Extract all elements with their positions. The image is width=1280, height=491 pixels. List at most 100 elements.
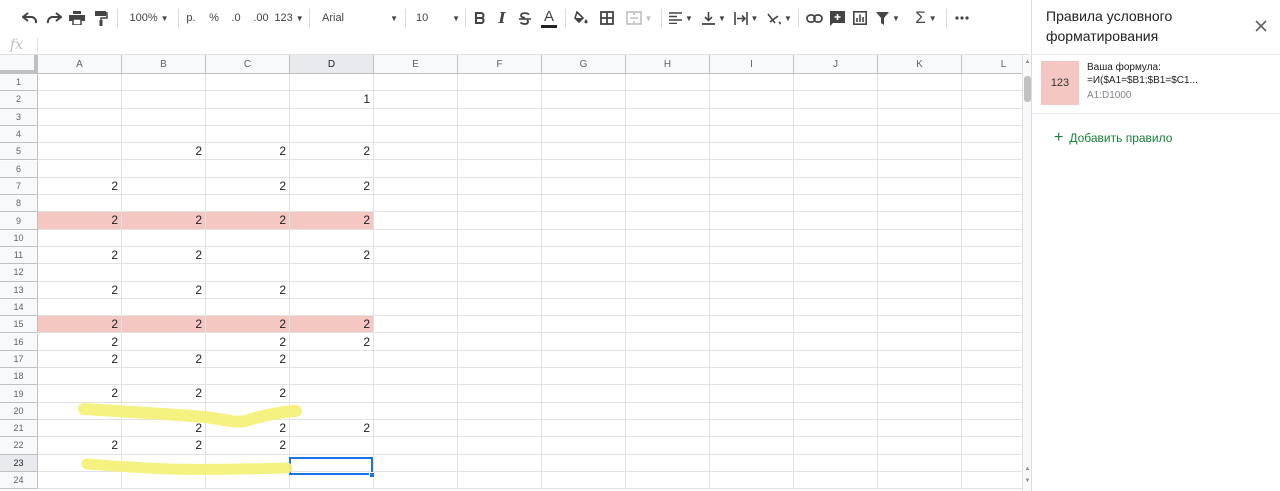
cell-j9[interactable] bbox=[794, 212, 878, 230]
cell-c1[interactable] bbox=[206, 74, 290, 92]
cell-a4[interactable] bbox=[38, 125, 122, 144]
cell-e15[interactable] bbox=[374, 316, 458, 334]
more-button[interactable] bbox=[952, 6, 972, 30]
cell-d20[interactable] bbox=[290, 402, 374, 420]
cell-j21[interactable] bbox=[794, 420, 878, 438]
cell-a23[interactable] bbox=[38, 454, 122, 472]
cell-l15[interactable] bbox=[962, 316, 1022, 334]
cell-g11[interactable] bbox=[542, 247, 626, 265]
column-header-b[interactable]: B bbox=[122, 55, 206, 74]
cell-h9[interactable] bbox=[626, 212, 710, 230]
cell-l21[interactable] bbox=[962, 420, 1022, 438]
row-header-12[interactable]: 12 bbox=[0, 264, 38, 282]
vertical-align-button[interactable]: ▼ bbox=[700, 6, 728, 30]
cell-a18[interactable] bbox=[38, 368, 122, 386]
strikethrough-button[interactable] bbox=[517, 6, 533, 30]
cell-d19[interactable] bbox=[290, 385, 374, 403]
cell-b12[interactable] bbox=[122, 264, 206, 282]
cell-f18[interactable] bbox=[458, 368, 542, 386]
formatting-rule[interactable]: 123 Ваша формула: =И($A1=$B1;$B1=$C1... … bbox=[1032, 54, 1280, 114]
cell-b18[interactable] bbox=[122, 368, 206, 386]
insert-chart-button[interactable] bbox=[850, 6, 870, 30]
cell-k15[interactable] bbox=[878, 316, 962, 334]
cell-g18[interactable] bbox=[542, 368, 626, 386]
cell-f11[interactable] bbox=[458, 247, 542, 265]
cell-l13[interactable] bbox=[962, 282, 1022, 299]
cell-b20[interactable] bbox=[122, 402, 206, 420]
cell-a15[interactable]: 2 bbox=[38, 316, 122, 334]
cell-l8[interactable] bbox=[962, 195, 1022, 213]
cell-k17[interactable] bbox=[878, 350, 962, 369]
cell-b8[interactable] bbox=[122, 195, 206, 213]
cell-g4[interactable] bbox=[542, 125, 626, 144]
row-header-11[interactable]: 11 bbox=[0, 247, 38, 265]
cell-f12[interactable] bbox=[458, 264, 542, 282]
cell-k3[interactable] bbox=[878, 108, 962, 126]
cell-g19[interactable] bbox=[542, 385, 626, 403]
cell-e9[interactable] bbox=[374, 212, 458, 230]
cell-e7[interactable] bbox=[374, 177, 458, 196]
cell-a8[interactable] bbox=[38, 195, 122, 213]
cell-j24[interactable] bbox=[794, 471, 878, 490]
cell-j23[interactable] bbox=[794, 454, 878, 472]
cell-a11[interactable]: 2 bbox=[38, 247, 122, 265]
cell-h14[interactable] bbox=[626, 298, 710, 317]
cell-l10[interactable] bbox=[962, 230, 1022, 247]
column-header-e[interactable]: E bbox=[374, 55, 458, 74]
cell-k6[interactable] bbox=[878, 160, 962, 178]
cell-l23[interactable] bbox=[962, 455, 1022, 472]
cell-c13[interactable]: 2 bbox=[206, 281, 290, 299]
cell-j7[interactable] bbox=[794, 177, 878, 196]
cell-l16[interactable] bbox=[962, 334, 1022, 351]
cell-b22[interactable]: 2 bbox=[122, 437, 206, 455]
column-header-a[interactable]: A bbox=[38, 55, 122, 74]
cell-b2[interactable] bbox=[122, 91, 206, 109]
row-header-2[interactable]: 2 bbox=[0, 91, 38, 109]
row-header-6[interactable]: 6 bbox=[0, 160, 38, 178]
cell-j14[interactable] bbox=[794, 298, 878, 317]
cell-k12[interactable] bbox=[878, 264, 962, 282]
cell-j6[interactable] bbox=[794, 160, 878, 178]
cell-i5[interactable] bbox=[710, 143, 794, 161]
cell-h18[interactable] bbox=[626, 368, 710, 386]
cell-a19[interactable]: 2 bbox=[38, 385, 122, 403]
cell-f16[interactable] bbox=[458, 333, 542, 351]
cell-d17[interactable] bbox=[290, 350, 374, 369]
cell-d14[interactable] bbox=[290, 298, 374, 317]
cell-d4[interactable] bbox=[290, 125, 374, 144]
cell-l5[interactable] bbox=[962, 143, 1022, 161]
cell-k8[interactable] bbox=[878, 195, 962, 213]
cell-d7[interactable]: 2 bbox=[290, 177, 374, 196]
cell-k20[interactable] bbox=[878, 402, 962, 420]
cell-l6[interactable] bbox=[962, 161, 1022, 178]
cell-e23[interactable] bbox=[374, 454, 458, 472]
row-header-1[interactable]: 1 bbox=[0, 74, 38, 92]
cell-k24[interactable] bbox=[878, 471, 962, 490]
cell-b13[interactable]: 2 bbox=[122, 281, 206, 299]
cell-e24[interactable] bbox=[374, 471, 458, 490]
cell-k11[interactable] bbox=[878, 247, 962, 265]
cell-h11[interactable] bbox=[626, 247, 710, 265]
cell-d22[interactable] bbox=[290, 437, 374, 455]
cell-c14[interactable] bbox=[206, 298, 290, 317]
cell-a20[interactable] bbox=[38, 402, 122, 420]
cell-a3[interactable] bbox=[38, 108, 122, 126]
cell-k1[interactable] bbox=[878, 74, 962, 92]
cell-b5[interactable]: 2 bbox=[122, 143, 206, 161]
cell-f5[interactable] bbox=[458, 143, 542, 161]
cell-h8[interactable] bbox=[626, 195, 710, 213]
cell-j16[interactable] bbox=[794, 333, 878, 351]
decrease-decimals-button[interactable]: .0 bbox=[227, 6, 245, 30]
borders-button[interactable] bbox=[597, 6, 617, 30]
cell-g16[interactable] bbox=[542, 333, 626, 351]
functions-button[interactable]: Σ ▼ bbox=[912, 6, 940, 30]
row-header-18[interactable]: 18 bbox=[0, 368, 38, 386]
cell-j15[interactable] bbox=[794, 316, 878, 334]
cell-j1[interactable] bbox=[794, 74, 878, 92]
cell-e5[interactable] bbox=[374, 143, 458, 161]
cell-h4[interactable] bbox=[626, 125, 710, 144]
cell-f19[interactable] bbox=[458, 385, 542, 403]
cell-i15[interactable] bbox=[710, 316, 794, 334]
cell-i23[interactable] bbox=[710, 454, 794, 472]
cell-h22[interactable] bbox=[626, 437, 710, 455]
